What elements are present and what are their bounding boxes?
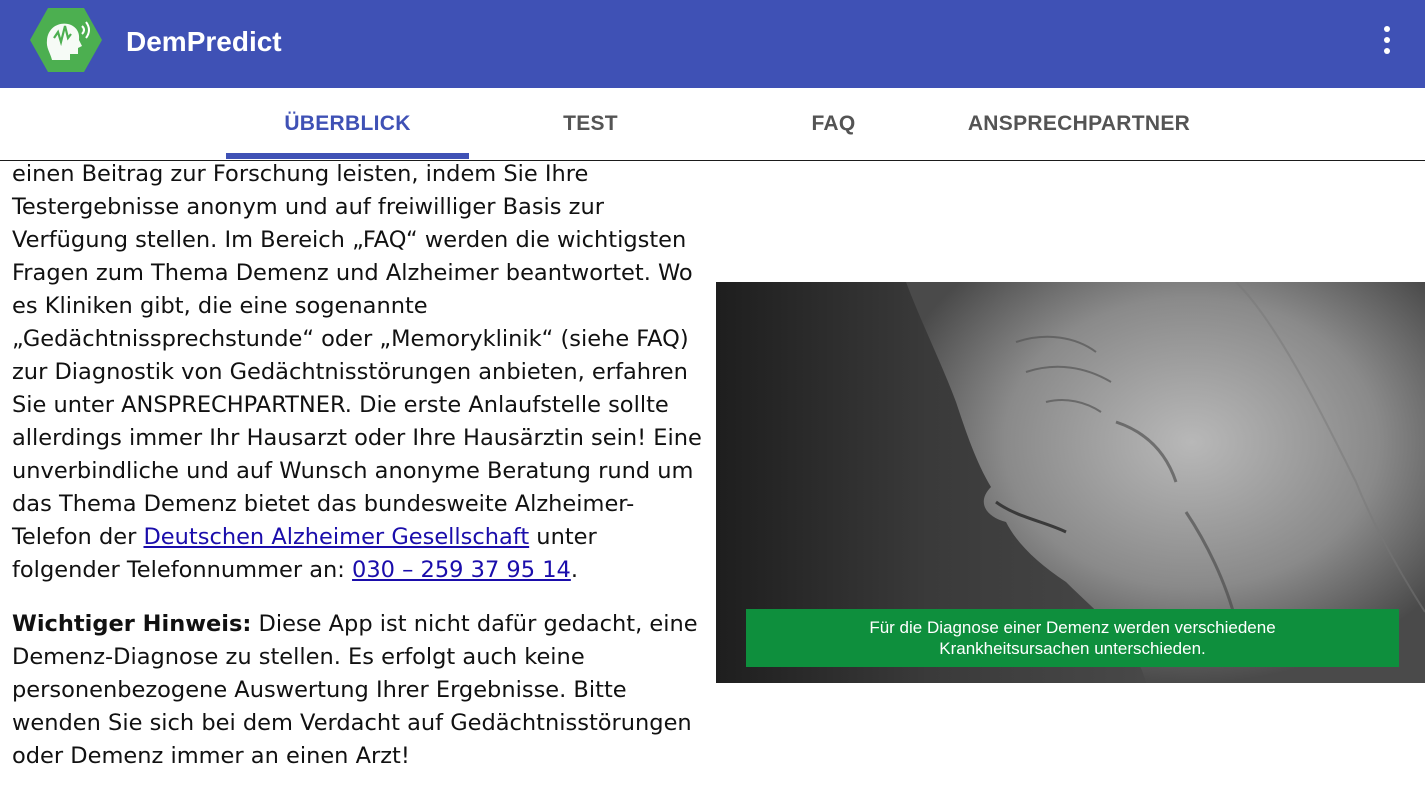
phone-number-link[interactable]: 030 – 259 37 95 14 <box>352 557 571 583</box>
caption-line-2: Krankheitsursachen unterschieden. <box>939 639 1206 658</box>
menu-dot <box>1384 37 1390 43</box>
info-text: einen Beitrag zur Forschung leisten, ind… <box>12 161 702 550</box>
alzheimer-society-link[interactable]: Deutschen Alzheimer Gesellschaft <box>143 524 529 550</box>
menu-dot <box>1384 26 1390 32</box>
app-logo-icon <box>30 8 102 72</box>
photo-caption: Für die Diagnose einer Demenz werden ver… <box>746 609 1399 667</box>
overview-content: einen Beitrag zur Forschung leisten, ind… <box>12 158 702 773</box>
menu-dot <box>1384 48 1390 54</box>
more-vertical-icon[interactable] <box>1370 22 1404 58</box>
caption-line-1: Für die Diagnose einer Demenz werden ver… <box>869 618 1276 637</box>
app-title: DemPredict <box>126 26 282 57</box>
tab-faq[interactable]: FAQ <box>712 88 955 160</box>
info-paragraph: einen Beitrag zur Forschung leisten, ind… <box>12 158 702 587</box>
tab-ansprechpartner[interactable]: ANSPRECHPARTNER <box>955 88 1203 160</box>
info-text-end: . <box>570 557 578 583</box>
important-notice-label: Wichtiger Hinweis: <box>12 611 252 637</box>
elderly-man-photo: Für die Diagnose einer Demenz werden ver… <box>716 282 1425 683</box>
app-bar: DemPredict <box>0 0 1425 88</box>
tab-bar: ÜBERBLICK TEST FAQ ANSPRECHPARTNER <box>0 88 1425 161</box>
tab-ueberblick[interactable]: ÜBERBLICK <box>226 88 469 160</box>
tab-test[interactable]: TEST <box>469 88 712 160</box>
important-notice: Wichtiger Hinweis: Diese App ist nicht d… <box>12 608 702 773</box>
